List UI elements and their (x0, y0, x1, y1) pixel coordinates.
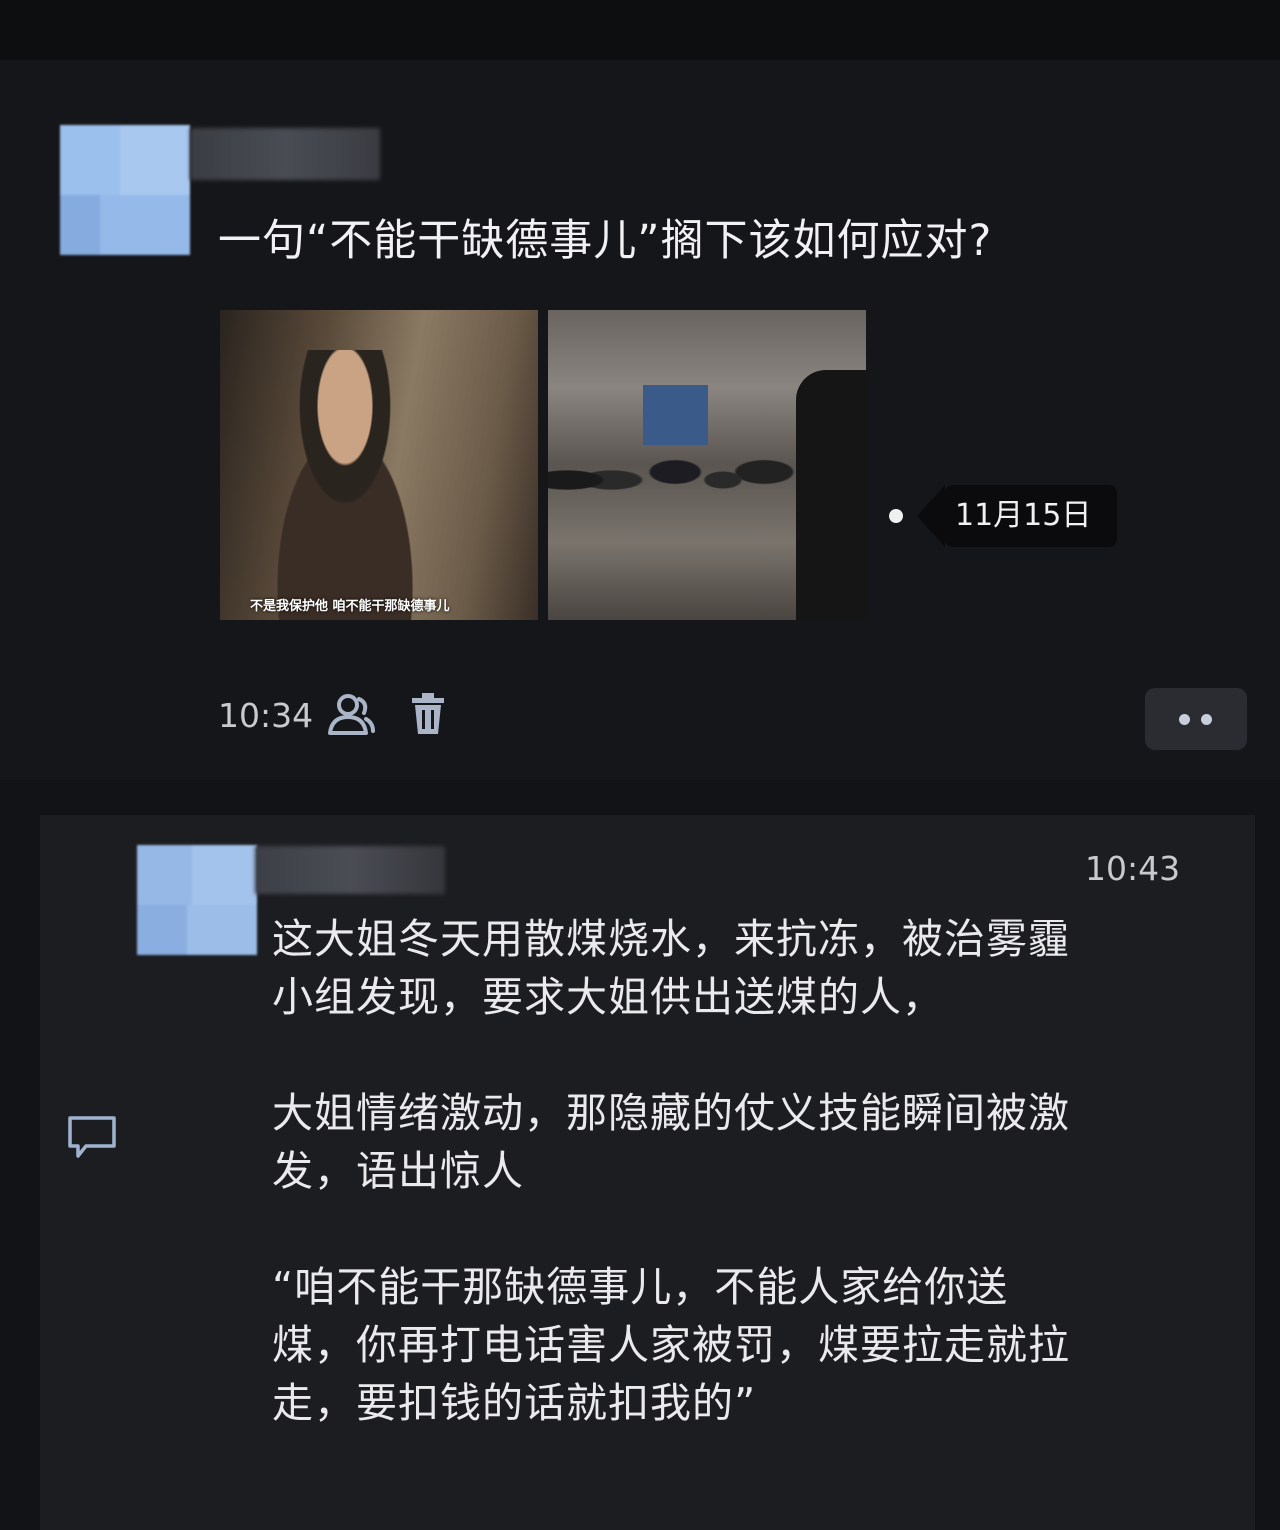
post-time: 10:34 (218, 696, 314, 735)
author-name-blurred[interactable] (190, 128, 380, 180)
image-caption: 不是我保护他 咱不能干那缺德事儿 (250, 599, 450, 614)
post-image-2[interactable] (548, 310, 866, 620)
comment-paragraph-3: “咱不能干那缺德事儿，不能人家给你送 煤，你再打电话害人家被罚，煤要拉走就拉 走… (272, 1263, 1070, 1427)
comment-icon[interactable] (66, 1114, 118, 1160)
comment-text: 这大姐冬天用散煤烧水，来抗冻，被治雾霾 小组发现，要求大姐供出送煤的人， 大姐情… (272, 910, 1212, 1490)
trash-icon[interactable] (410, 692, 446, 736)
friends-icon[interactable] (326, 693, 376, 737)
commenter-name-blurred[interactable] (255, 846, 445, 894)
image-foreground-person (796, 370, 866, 620)
author-avatar[interactable] (60, 125, 190, 255)
post-text: 一句“不能干缺德事儿”搁下该如何应对? (218, 216, 993, 266)
commenter-avatar[interactable] (137, 845, 257, 955)
date-dot (889, 509, 903, 523)
more-icon[interactable] (1145, 688, 1247, 750)
image-woman-figure (240, 350, 450, 620)
top-bar (0, 0, 1280, 60)
comment-paragraph-2: 大姐情绪激动，那隐藏的仗义技能瞬间被激 发，语出惊人 (272, 1089, 1070, 1195)
more-dot-1 (1179, 714, 1190, 725)
more-dot-2 (1201, 714, 1212, 725)
comment-time: 10:43 (1085, 849, 1181, 888)
comment-paragraph-1: 这大姐冬天用散煤烧水，来抗冻，被治雾霾 小组发现，要求大姐供出送煤的人， (272, 915, 1070, 1021)
date-tag: 11月15日 (917, 485, 1117, 547)
post-image-1[interactable]: 不是我保护他 咱不能干那缺德事儿 (220, 310, 538, 620)
